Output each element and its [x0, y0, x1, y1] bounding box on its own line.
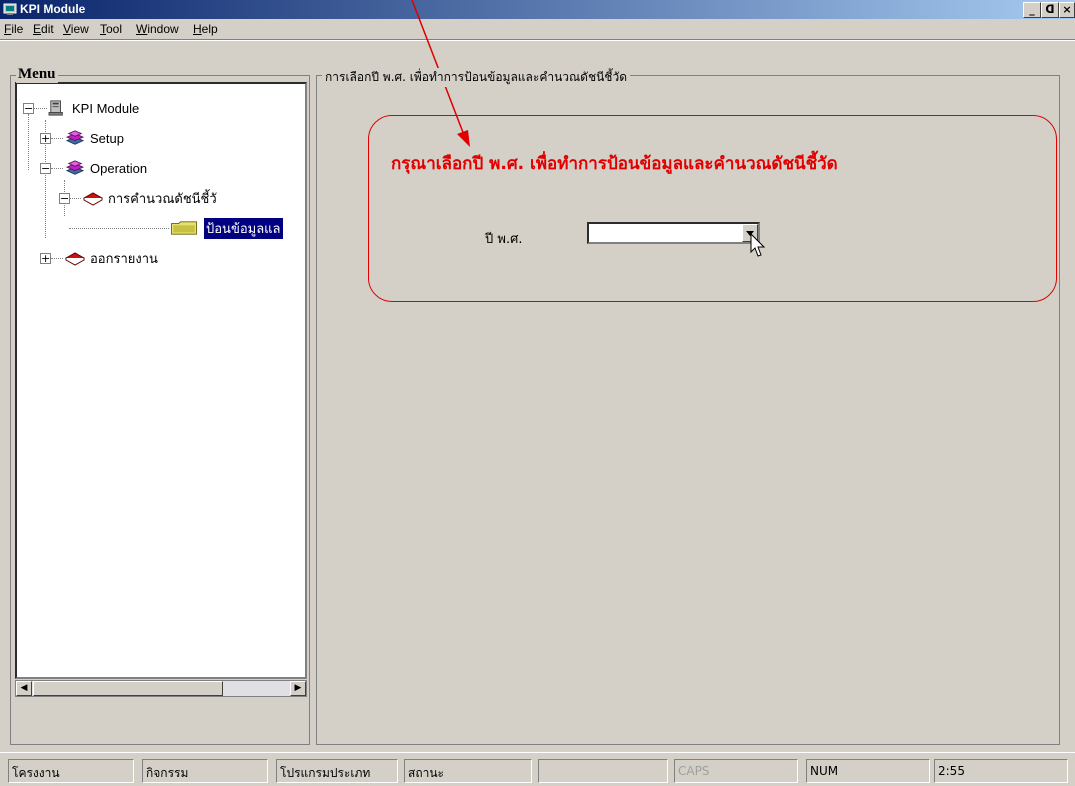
status-panel-caps: CAPS — [674, 759, 798, 783]
status-bar: โครงงาน กิจกรรม โปรแกรมประเภท สถานะ CAPS… — [0, 752, 1075, 786]
status-panel-program-type: โปรแกรมประเภท — [276, 759, 398, 783]
status-panel-num: NUM — [806, 759, 930, 783]
mouse-cursor-icon — [750, 233, 766, 257]
status-panel-activity: กิจกรรม — [142, 759, 268, 783]
year-label: ปี พ.ศ. — [485, 232, 523, 247]
annotation-arrow — [411, 0, 470, 147]
menu-panel-title: Menu — [16, 66, 58, 83]
status-panel-status: สถานะ — [404, 759, 532, 783]
year-select[interactable] — [587, 222, 760, 244]
status-panel-project: โครงงาน — [8, 759, 134, 783]
status-panel-empty — [538, 759, 668, 783]
status-panel-clock: 2:55 — [934, 759, 1068, 783]
group-title: การเลือกปี พ.ศ. เพื่อทำการป้อนข้อมูลและค… — [322, 68, 630, 87]
